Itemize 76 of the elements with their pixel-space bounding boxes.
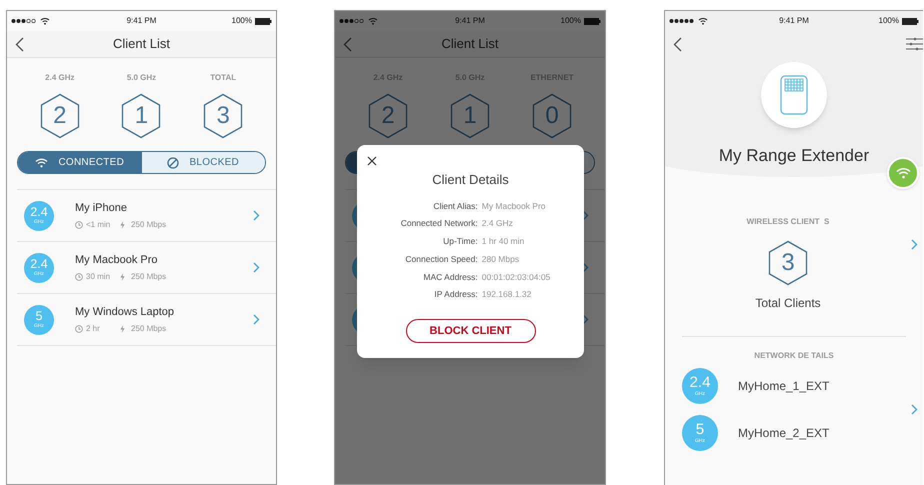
client-name: My Macbook Pro: [75, 253, 159, 268]
battery-percent: 100%: [878, 15, 899, 27]
wifi-icon: [896, 167, 910, 179]
close-icon[interactable]: [367, 156, 377, 166]
chevron-right-icon[interactable]: [582, 210, 589, 221]
signal-icon: [669, 18, 694, 24]
total-clients-label: Total Clients: [755, 295, 821, 312]
wifi-icon: [40, 17, 50, 25]
battery-icon: [255, 18, 272, 24]
segment-tab[interactable]: BLOCKED: [142, 152, 265, 173]
field-label: MAC Address:: [422, 270, 478, 284]
battery-icon: [902, 18, 919, 24]
count-hexagon: 0: [532, 93, 572, 139]
lightning-icon: [120, 324, 125, 333]
clock-icon: [75, 272, 83, 281]
network-name: MyHome_2_EXT: [738, 425, 830, 442]
clock-icon: [75, 324, 83, 333]
count-hexagon: 2: [40, 93, 80, 139]
uptime-text: 2 hr: [86, 322, 101, 335]
block-client-button[interactable]: BLOCK CLIENT: [406, 319, 536, 343]
speed-text: 250 Mbps: [131, 322, 166, 335]
field-label: IP Address:: [433, 288, 478, 301]
status-time: 9:41 PM: [126, 15, 156, 27]
count-hexagon: 1: [121, 93, 162, 139]
field-value: 00:01:02:03:04:05: [482, 270, 552, 284]
chevron-right-icon[interactable]: [582, 262, 589, 273]
back-icon[interactable]: [673, 36, 682, 52]
status-time: 9:41 PM: [779, 15, 809, 27]
section-label: NETWORK DE TAILS: [754, 350, 834, 362]
wifi-icon: [698, 17, 708, 25]
count-hexagon: 2: [368, 93, 408, 139]
device-name: My Range Extender: [718, 145, 870, 167]
count-hexagon: 3: [768, 240, 808, 286]
wifi-icon: [35, 158, 48, 168]
field-value: 1 hr 40 min: [482, 235, 526, 248]
field-label: Up-Time:: [442, 235, 478, 248]
client-name: My Windows Laptop: [75, 305, 176, 320]
screen-title: Client List: [112, 35, 170, 54]
uptime-text: <1 min: [86, 218, 112, 231]
back-icon[interactable]: [15, 37, 24, 52]
client-name: My iPhone: [75, 201, 128, 216]
clock-icon: [75, 220, 83, 229]
field-label: Connected Network:: [400, 217, 478, 230]
range-extender-icon: [780, 75, 808, 115]
count-hexagon: 3: [203, 93, 244, 139]
segment-tab[interactable]: CONNECTED: [18, 152, 142, 173]
lightning-icon: [120, 272, 125, 281]
block-icon: [167, 156, 180, 168]
field-value: 2.4 GHz: [482, 217, 514, 230]
signal-icon: [11, 18, 36, 24]
wifi-icon: [368, 17, 378, 25]
battery-percent: 100%: [232, 15, 252, 27]
field-label: Connection Speed:: [404, 252, 478, 266]
battery-icon: [584, 18, 601, 24]
field-label: Client Alias:: [432, 200, 478, 212]
uptime-text: 30 min: [86, 270, 112, 283]
count-hexagon: 1: [450, 93, 490, 139]
dialog-title: Client Details: [432, 171, 509, 189]
stat-label: 2.4 GHz: [45, 72, 74, 84]
stat-label: TOTAL: [210, 72, 236, 84]
speed-text: 250 Mbps: [131, 270, 166, 283]
speed-text: 250 Mbps: [131, 218, 166, 231]
network-name: MyHome_1_EXT: [738, 378, 830, 395]
lightning-icon: [120, 220, 125, 229]
field-value: My Macbook Pro: [482, 200, 547, 212]
field-value: 280 Mbps: [482, 252, 520, 266]
chevron-right-icon[interactable]: [582, 314, 589, 325]
status-time: 9:41 PM: [455, 15, 485, 27]
stat-label: 5.0 GHz: [126, 72, 156, 84]
section-label: WIRELESS CLIENT S: [746, 216, 830, 228]
screen-title: Client List: [441, 35, 499, 54]
settings-icon[interactable]: [906, 37, 923, 51]
back-icon[interactable]: [343, 37, 352, 52]
signal-icon: [339, 18, 364, 24]
field-value: 192.168.1.32: [482, 288, 532, 301]
battery-percent: 100%: [560, 15, 581, 27]
